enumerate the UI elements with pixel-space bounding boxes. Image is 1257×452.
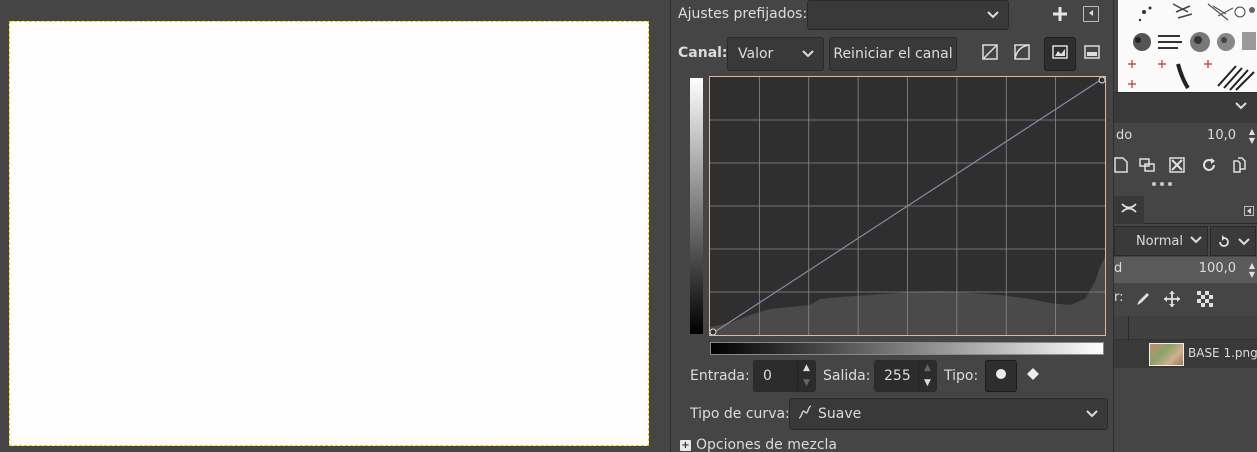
brush-actions <box>1114 152 1257 180</box>
reset-arrow-icon <box>1213 231 1235 253</box>
linear-histogram-button[interactable] <box>975 39 1005 69</box>
spin-arrows-icon[interactable]: ▲ ▼ <box>1246 259 1257 281</box>
layer-mode-combo[interactable]: Normal <box>1114 226 1208 256</box>
preset-menu-button[interactable] <box>1083 6 1099 22</box>
point-type-smooth-button[interactable] <box>985 360 1017 392</box>
channel-label: Canal: <box>678 45 728 61</box>
curve-point-start <box>709 328 717 336</box>
reset-channel-button[interactable]: Reiniciar el canal <box>829 37 957 71</box>
layer-name[interactable]: BASE 1.png <box>1188 346 1257 360</box>
duplicate-brush-icon[interactable] <box>1136 154 1158 176</box>
spin-down-icon[interactable]: ▼ <box>919 376 936 391</box>
chevron-down-icon <box>1233 231 1255 253</box>
blend-options-label: Opciones de mezcla <box>696 437 838 452</box>
layer-mode-row: Normal <box>1114 226 1257 256</box>
log-histogram-icon <box>1014 44 1030 64</box>
paths-icon <box>1120 201 1138 219</box>
input-value-gradient <box>710 342 1104 355</box>
chevron-down-icon <box>1189 233 1203 251</box>
layers-tabbar <box>1114 196 1257 224</box>
output-spin-arrows[interactable]: ▲ ▼ <box>918 361 936 391</box>
channel-combo[interactable]: Valor <box>727 37 824 71</box>
channel-value: Valor <box>738 46 774 62</box>
output-value: 255 <box>884 368 911 384</box>
spin-up-icon[interactable]: ▲ <box>919 361 936 376</box>
type-label: Tipo: <box>944 368 979 384</box>
refresh-icon[interactable] <box>1198 154 1220 176</box>
chevron-down-icon <box>801 47 815 65</box>
tab-menu-icon[interactable] <box>1242 200 1256 222</box>
spin-down-icon[interactable]: ▼ <box>798 376 815 391</box>
input-value: 0 <box>763 368 772 384</box>
spin-up-icon[interactable]: ▲ <box>798 361 815 376</box>
curve-graph-svg[interactable] <box>709 76 1106 336</box>
lock-label: r: <box>1114 290 1124 305</box>
opacity-value: 100,0 <box>1198 261 1236 276</box>
paste-icon[interactable] <box>1228 154 1250 176</box>
layer-thumbnail[interactable] <box>1149 343 1184 366</box>
curve-point-end <box>1098 76 1106 84</box>
layer-mode-value: Normal <box>1135 233 1183 249</box>
layer-list-header <box>1114 316 1257 340</box>
opacity-slider[interactable]: d 100,0 ▲ ▼ <box>1114 257 1257 283</box>
curves-dialog: Ajustes prefijados: Canal: Valor Reinici… <box>670 0 1113 452</box>
opacity-label: d <box>1114 261 1123 276</box>
lock-pixels-brush-icon[interactable] <box>1130 288 1152 310</box>
output-value-gradient <box>690 78 703 334</box>
histogram-mode-button[interactable] <box>1044 37 1076 71</box>
plus-icon <box>1052 3 1068 28</box>
spin-arrows-icon[interactable]: ▲ ▼ <box>1246 125 1257 147</box>
chevron-down-icon <box>986 8 1000 26</box>
lock-row: r: <box>1114 286 1257 312</box>
brush-thumbnails[interactable] <box>1118 0 1257 92</box>
curve-graph[interactable] <box>709 76 1106 336</box>
chevron-down-icon <box>1085 407 1099 425</box>
image-canvas-area[interactable] <box>0 0 670 452</box>
output-spinbox[interactable]: 255 ▲ ▼ <box>874 360 937 392</box>
layer-list-empty-area[interactable] <box>1114 368 1257 452</box>
add-preset-button[interactable] <box>1049 4 1071 26</box>
presets-label: Ajustes prefijados: <box>678 6 808 22</box>
point-type-corner-button[interactable] <box>1022 360 1044 392</box>
spacing-slider[interactable]: do 10,0 ▲ ▼ <box>1114 125 1257 149</box>
histogram-bars-icon <box>1084 44 1100 64</box>
lock-alpha-checker-icon[interactable] <box>1194 288 1216 310</box>
log-histogram-button[interactable] <box>1007 39 1037 69</box>
delete-brush-icon[interactable] <box>1166 154 1188 176</box>
spacing-label: do <box>1116 128 1133 143</box>
smooth-curve-icon <box>798 405 812 423</box>
presets-combo[interactable] <box>807 0 1009 30</box>
histogram-view-button[interactable] <box>1077 39 1107 69</box>
layer-row[interactable]: BASE 1.png <box>1114 340 1257 368</box>
lock-position-move-icon[interactable] <box>1161 288 1183 310</box>
brush-grid[interactable] <box>1118 0 1257 92</box>
right-dock: do 10,0 ▲ ▼ Normal d 100,0 ▲ ▼ r: BASE 1… <box>1113 0 1257 452</box>
dock-separator-dots[interactable] <box>1152 182 1176 190</box>
diamond-icon <box>1026 367 1040 385</box>
input-spin-arrows[interactable]: ▲ ▼ <box>797 361 815 391</box>
linear-histogram-icon <box>982 44 998 64</box>
input-label: Entrada: <box>690 368 750 384</box>
brush-select-combo[interactable] <box>1114 92 1257 123</box>
menu-triangle-icon <box>1087 9 1095 19</box>
circle-icon <box>995 368 1007 384</box>
expand-plus-icon[interactable]: + <box>680 439 691 451</box>
histogram-icon <box>1052 44 1068 64</box>
curve-type-label: Tipo de curva: <box>690 406 790 422</box>
output-label: Salida: <box>823 368 871 384</box>
image-canvas[interactable] <box>9 21 649 446</box>
layer-composite-combo[interactable] <box>1210 226 1256 256</box>
blend-options-expander[interactable]: + Opciones de mezcla <box>680 437 837 452</box>
tab-paths[interactable] <box>1114 196 1144 224</box>
spacing-value: 10,0 <box>1207 128 1236 143</box>
chevron-down-icon <box>1234 99 1248 117</box>
curve-type-combo[interactable]: Suave <box>789 398 1108 430</box>
edit-brush-icon[interactable] <box>1110 154 1132 176</box>
input-spinbox[interactable]: 0 ▲ ▼ <box>753 360 816 392</box>
curve-type-value: Suave <box>818 406 862 422</box>
